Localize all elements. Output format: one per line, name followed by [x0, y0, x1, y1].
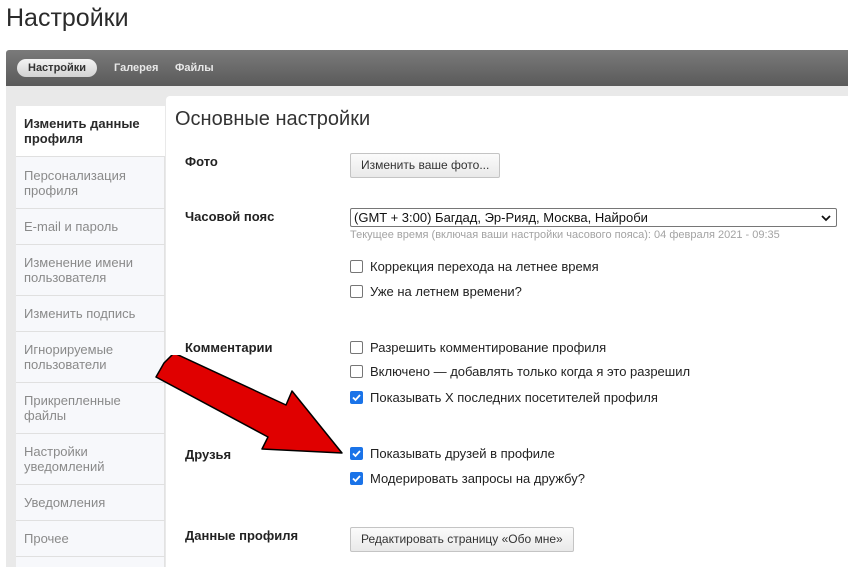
sidebar-item-change-username[interactable]: Изменение имени пользователя — [16, 245, 165, 296]
sidebar-item-notifications[interactable]: Уведомления — [16, 485, 165, 521]
allow-comments-option[interactable]: Разрешить комментирование профиля — [350, 339, 606, 355]
dst-correction-option[interactable]: Коррекция перехода на летнее время — [350, 258, 599, 274]
change-photo-button[interactable]: Изменить ваше фото... — [350, 153, 501, 178]
sidebar-item-label: E-mail и пароль — [24, 219, 119, 234]
tab-gallery[interactable]: Галерея — [114, 59, 158, 77]
sidebar-item-email-password[interactable]: E-mail и пароль — [16, 209, 165, 245]
sidebar-item-edit-profile[interactable]: Изменить данные профиля — [16, 106, 165, 157]
checkmark-icon — [352, 393, 361, 401]
sidebar-item-change-signature[interactable]: Изменить подпись — [16, 296, 165, 332]
moderate-friend-requests-label: Модерировать запросы на дружбу? — [370, 470, 585, 486]
tab-files[interactable]: Файлы — [175, 59, 214, 77]
sidebar-item-label: Изменить данные профиля — [24, 116, 140, 146]
red-arrow-annotation — [155, 355, 343, 454]
timezone-select[interactable]: (GMT + 3:00) Багдад, Эр-Рияд, Москва, На… — [350, 208, 837, 227]
current-time-hint: Текущее время (включая ваши настройки ча… — [350, 229, 780, 241]
show-visitors-checkbox[interactable] — [350, 390, 363, 404]
approve-comments-checkbox[interactable] — [350, 364, 363, 378]
show-visitors-label: Показывать X последних посетителей профи… — [370, 389, 658, 405]
allow-comments-label: Разрешить комментирование профиля — [370, 339, 607, 355]
profile-data-label: Данные профиля — [185, 528, 299, 543]
main-panel — [166, 96, 848, 567]
sidebar-item-ignored-users[interactable]: Игнорируемые пользователи — [16, 332, 165, 383]
sidebar-item-label: Изменение имени пользователя — [24, 255, 134, 285]
timezone-label: Часовой пояс — [185, 209, 275, 224]
moderate-friend-requests-checkbox[interactable] — [350, 471, 363, 485]
show-visitors-option[interactable]: Показывать X последних посетителей профи… — [350, 389, 658, 405]
show-friends-label: Показывать друзей в профиле — [370, 445, 555, 461]
show-friends-option[interactable]: Показывать друзей в профиле — [350, 445, 555, 461]
tab-bar: Настройки Галерея Файлы — [6, 50, 848, 86]
edit-about-page-button[interactable]: Редактировать страницу «Обо мне» — [350, 527, 574, 552]
page-title: Настройки — [6, 4, 129, 32]
tab-settings[interactable]: Настройки — [17, 59, 98, 77]
sidebar-item-other[interactable]: Прочее — [16, 521, 165, 557]
sidebar-item-personalization[interactable]: Персонализация профиля — [16, 157, 165, 209]
section-title: Основные настройки — [175, 108, 371, 130]
sidebar-item-label: Персонализация профиля — [24, 167, 126, 198]
dst-correction-label: Коррекция перехода на летнее время — [370, 258, 599, 274]
checkmark-icon — [352, 449, 361, 457]
comments-label: Комментарии — [185, 340, 273, 355]
allow-comments-checkbox[interactable] — [350, 340, 363, 354]
sidebar: Изменить данные профиля Персонализация п… — [16, 106, 165, 567]
show-friends-checkbox[interactable] — [350, 446, 363, 460]
already-dst-option[interactable]: Уже на летнем времени? — [350, 283, 522, 299]
sidebar-item-label: Игнорируемые пользователи — [24, 342, 114, 372]
sidebar-item-label: Настройки уведомлений — [24, 444, 105, 474]
dst-correction-checkbox[interactable] — [350, 259, 363, 273]
sidebar-item-attachments[interactable]: Прикрепленные файлы — [16, 383, 165, 434]
approve-comments-option[interactable]: Включено — добавлять только когда я это … — [350, 363, 690, 379]
sidebar-item-label: Прочее — [24, 531, 69, 546]
sidebar-item-label: Уведомления — [24, 495, 106, 510]
sidebar-item-label: Изменить подпись — [24, 306, 136, 321]
chevron-down-icon — [821, 215, 831, 222]
checkmark-icon — [352, 474, 361, 482]
sidebar-item-label: Прикрепленные файлы — [24, 393, 121, 423]
photo-label: Фото — [185, 154, 218, 169]
sidebar-item-notification-settings[interactable]: Настройки уведомлений — [16, 434, 165, 485]
moderate-friend-requests-option[interactable]: Модерировать запросы на дружбу? — [350, 470, 585, 486]
timezone-selected-value: (GMT + 3:00) Багдад, Эр-Рияд, Москва, На… — [354, 210, 648, 225]
already-dst-checkbox[interactable] — [350, 284, 363, 298]
already-dst-label: Уже на летнем времени? — [370, 283, 522, 299]
approve-comments-label: Включено — добавлять только когда я это … — [370, 363, 691, 379]
